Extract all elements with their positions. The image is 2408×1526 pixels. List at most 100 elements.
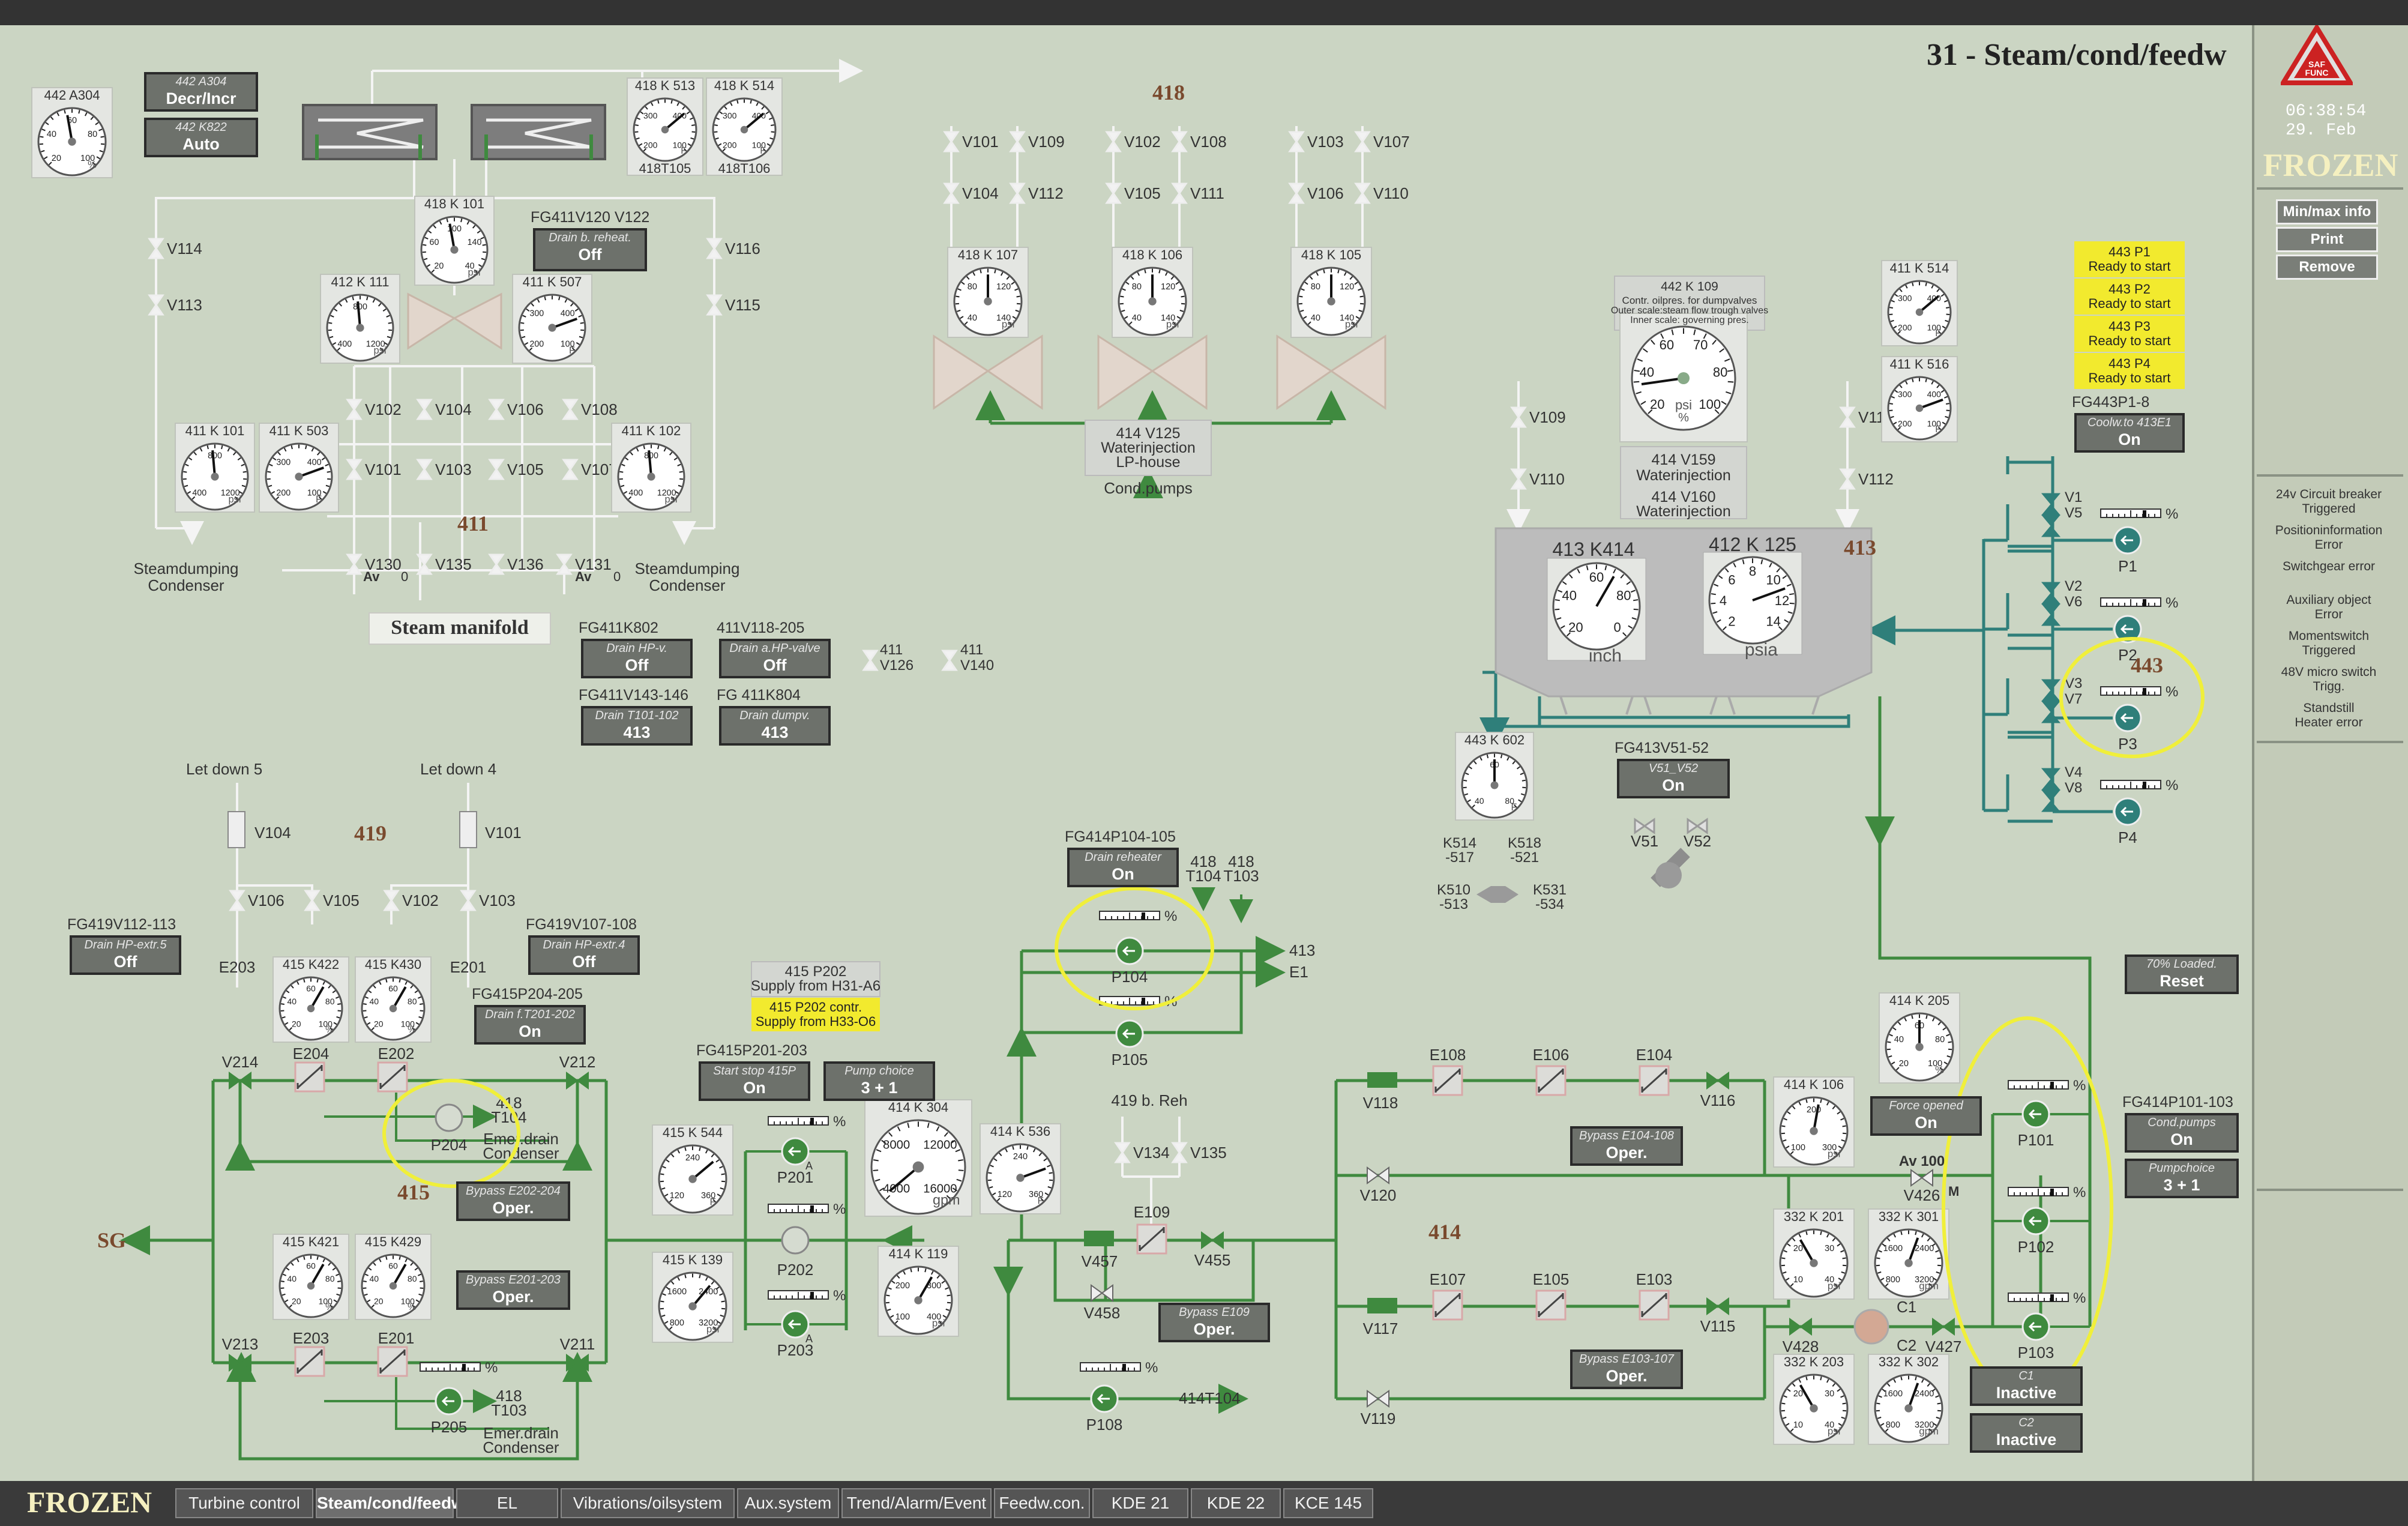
valve-V112[interactable]: V112 [1009,182,1064,204]
gauge-g415K430[interactable]: 415 K43020406080100% [355,956,432,1043]
pump-P202[interactable] [781,1226,810,1255]
valve-V135[interactable]: V135 [416,553,472,575]
alarm-item[interactable]: 24v Circuit breaker Triggered [2257,487,2401,516]
gauge-g415K429[interactable]: 415 K42920406080100% [355,1234,432,1320]
control-button-pFG443P1[interactable]: Coolw.to 413E1 On [2074,413,2185,453]
heat-exchanger-E104[interactable]: E104 [1636,1046,1673,1096]
valve-V107[interactable]: V107 [1354,131,1410,152]
nav-tab-steam-cond-feedw[interactable]: Steam/cond/feedw [316,1488,465,1518]
valve-V102[interactable]: V102 [383,890,439,911]
nav-tab-kce-145[interactable]: KCE 145 [1283,1488,1373,1518]
gauge-g414K205[interactable]: 414 K 20520406080100% [1879,992,1960,1084]
valve-V115[interactable]: V115 [1700,1297,1736,1335]
gauge-g411K503[interactable]: 411 K 503200300 400100F [259,423,339,513]
valve-V104[interactable]: V104 [943,182,999,204]
gauge-g418K101[interactable]: 418 K 101206010014040psi [414,196,495,286]
gauge-g442K109[interactable]: 20 40 60 70 80 100 psi% [1619,313,1748,442]
control-button-p70Loaded[interactable]: 70% Loaded. Reset [2125,955,2239,994]
heat-exchanger-E105[interactable]: E105 [1533,1270,1570,1321]
valve-V109[interactable]: V109 [1510,406,1566,428]
compressor-C[interactable] [1853,1309,1889,1345]
control-button-pBypassE103[interactable]: Bypass E103-107 Oper. [1570,1350,1683,1389]
control-button-pFG411K804[interactable]: Drain dumpv. 413 [719,706,831,746]
nav-tab-el[interactable]: EL [456,1488,558,1518]
valve-V113[interactable]: V113 [148,294,202,316]
control-button-pBypassE201[interactable]: Bypass E201-203 Oper. [456,1270,570,1310]
valve-V457[interactable] [1084,1231,1114,1246]
control-button-pFG415P204[interactable]: Drain f.T201-202 On [474,1005,586,1045]
gauge-g413K414[interactable]: 20 40 60 80 0 inch [1547,558,1646,666]
control-button-pFG411V120[interactable]: Drain b. reheat. Off [533,228,647,271]
control-button-pPumpchoice2[interactable]: Pumpchoice 3 + 1 [2125,1159,2239,1198]
control-button-pForceOpened[interactable]: Force opened On [1870,1096,1982,1136]
remove-button[interactable]: Remove [2276,255,2378,280]
gauge-g411K514[interactable]: 411 K 514200300 400100F [1881,260,1958,346]
heat-exchanger-E204[interactable]: E204 [293,1045,330,1093]
valve-V110[interactable]: V110 [1510,468,1565,490]
pump-P101[interactable]: P101 [2018,1100,2054,1149]
gauge-g412K111[interactable]: 412 K 1114008001200psi [320,274,400,364]
gauge-g443K602[interactable]: 443 K 602406080F [1455,732,1534,821]
valve-V427[interactable]: V427 [1925,1318,1962,1356]
valve-V102[interactable]: V102 [346,399,402,420]
gauge-g442A304[interactable]: 442 A30420406080100% [31,87,113,178]
control-button-pFG419V112[interactable]: Drain HP-extr.5 Off [70,935,181,975]
pump-P108[interactable]: P108 [1086,1384,1123,1434]
valve-V118[interactable] [1367,1072,1397,1088]
valve-V120[interactable]: V120 [1360,1166,1397,1204]
control-button-pFG411K802[interactable]: Drain HP-v. Off [581,639,693,678]
nav-tab-feedw-con-[interactable]: Feedw.con. [994,1488,1090,1518]
valve-V101[interactable]: V101 [943,131,999,152]
valve-V458[interactable]: V458 [1084,1284,1121,1322]
gauge-g418K513[interactable]: 418 K 513200300 400100F418T105 [627,77,703,176]
control-button-pBypassE104[interactable]: Bypass E104-108 Oper. [1570,1126,1683,1166]
gauge-g415K544[interactable]: 415 K 544120240360F [652,1124,733,1216]
valve-V117[interactable] [1367,1298,1397,1313]
gauge-g418K107[interactable]: 418 K 1074080 120140psi [947,247,1029,338]
heat-exchanger-E106[interactable]: E106 [1533,1046,1570,1096]
valve-V108[interactable]: V108 [1171,131,1227,152]
print-button[interactable]: Print [2276,227,2378,252]
valve-V103[interactable]: V103 [460,890,516,911]
alarm-item[interactable]: Switchgear error [2257,559,2401,574]
gauge-g412K125[interactable]: 2468 10 12 14 psia [1703,552,1802,660]
control-button-pFG411V143[interactable]: Drain T101-102 413 [581,706,693,746]
control-button-pC1[interactable]: C1 Inactive [1970,1366,2083,1406]
nav-tab-aux-system[interactable]: Aux.system [737,1488,839,1518]
nav-tab-kde-22[interactable]: KDE 22 [1191,1488,1281,1518]
nav-tab-turbine-control[interactable]: Turbine control [175,1488,313,1518]
gauge-g411K507[interactable]: 411 K 507200300 400100F [512,274,592,364]
pump-P105[interactable]: P105 [1112,1019,1148,1069]
gauge-g418K514[interactable]: 418 K 514200300 400100F418T106 [706,77,783,176]
valve-V102[interactable]: V102 [1105,131,1161,152]
gauge-g415K421[interactable]: 415 K42120406080100% [272,1234,349,1320]
valve-V51[interactable]: V51 [1631,818,1658,850]
control-button-p442K822[interactable]: 442 K822 Auto [144,118,258,157]
pump-P205[interactable]: P205 [431,1387,468,1436]
pump-P104[interactable]: P104 [1112,936,1148,986]
valve-V116[interactable]: V116 [1700,1072,1736,1109]
control-button-pBypassE202[interactable]: Bypass E202-204 Oper. [456,1181,570,1221]
pump-P3[interactable]: P3 [2113,704,2142,753]
valve-V105[interactable]: V105 [304,890,360,911]
min-max-info-button[interactable]: Min/max info [2276,199,2378,225]
control-button-p411V118[interactable]: Drain a.HP-valve Off [719,639,831,678]
pump-P102[interactable]: P102 [2018,1207,2054,1256]
valve-V428[interactable]: V428 [1783,1318,1819,1356]
valve-V119[interactable]: V119 [1361,1390,1396,1428]
control-button-pPumpChoice[interactable]: Pump choice 3 + 1 [823,1061,935,1101]
gauge-g414K119[interactable]: 414 K 119100200 300400psi [877,1246,959,1337]
heat-exchanger-E201[interactable]: E201 [377,1329,415,1377]
valve-V134[interactable]: V134 [1114,1142,1170,1163]
valve-V103[interactable]: V103 [416,459,472,480]
gauge-g332K203[interactable]: 332 K 2031020 3040psi [1773,1354,1855,1445]
control-button-pFG415P201[interactable]: Start stop 415P On [699,1061,810,1101]
gauge-g418K106[interactable]: 418 K 1064080 120140psi [1112,247,1193,338]
control-button-pFG413V51[interactable]: V51_V52 On [1617,759,1730,798]
valve-V108[interactable]: V108 [562,399,618,420]
pump-P4[interactable]: P4 [2113,797,2142,846]
gauge-g332K201[interactable]: 332 K 2011020 3040psi [1773,1208,1855,1300]
control-button-pFG419V107[interactable]: Drain HP-extr.4 Off [528,935,640,975]
valve-V107[interactable]: V107 [562,459,618,480]
valve-V115[interactable]: V115 [706,294,760,316]
